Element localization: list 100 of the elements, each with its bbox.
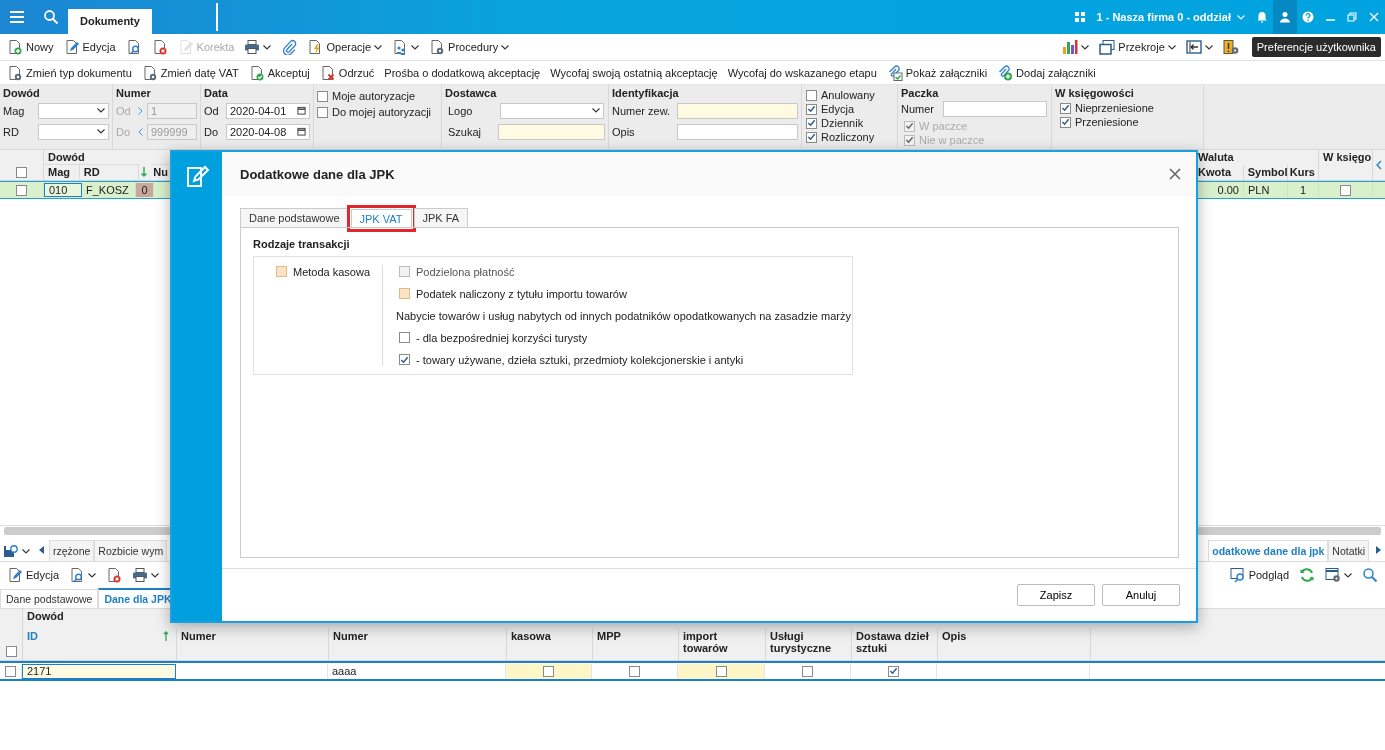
text-field[interactable] [943, 101, 1047, 117]
printer-icon [132, 567, 149, 583]
field-label: Logo [447, 104, 474, 117]
checkbox[interactable] [1060, 116, 1071, 128]
column-header[interactable]: import towarów [679, 629, 766, 660]
checkbox[interactable] [317, 90, 328, 102]
dropdown-field[interactable] [500, 102, 604, 119]
column-header[interactable]: Numer [329, 629, 507, 660]
bar-chart-icon [1062, 39, 1079, 55]
checkbox[interactable] [317, 106, 328, 118]
action-button[interactable]: Odrzuć [316, 62, 378, 83]
column-header[interactable]: kasowa [507, 629, 593, 660]
column-header[interactable]: Usługi turystyczne [766, 629, 852, 660]
preview-button[interactable]: Podgląd [1226, 565, 1292, 585]
cancel-button[interactable]: Anuluj [1102, 584, 1180, 606]
dropdown-field[interactable] [38, 102, 109, 119]
table-cell: 010 [44, 183, 82, 197]
caret-icon [1081, 44, 1090, 50]
column-header[interactable]: Kurs [1287, 165, 1318, 180]
tab[interactable]: Dane podstawowe [0, 589, 99, 608]
checkbox[interactable] [806, 103, 817, 115]
checkbox[interactable] [399, 354, 410, 365]
save-button[interactable]: Zapisz [1017, 584, 1095, 606]
chevron-right-icon [138, 106, 143, 115]
search-icon [1362, 567, 1378, 583]
text-field[interactable] [676, 123, 798, 140]
column-header[interactable]: Opis [938, 629, 1091, 660]
caret-icon [1344, 572, 1352, 578]
action-button[interactable]: Pokaż załączniki [883, 62, 991, 83]
edit-button[interactable]: Edycja [60, 37, 119, 57]
sections-button[interactable]: Przekroje [1096, 37, 1179, 57]
tab[interactable]: rzężone [49, 540, 95, 561]
checkbox[interactable] [276, 266, 287, 277]
column-header[interactable]: Numer [177, 629, 329, 660]
column-header[interactable]: W księgo [1319, 150, 1372, 165]
checkbox[interactable] [1060, 102, 1071, 114]
checkbox[interactable] [715, 665, 727, 677]
document-plus-icon [7, 39, 23, 55]
caret-icon [22, 548, 30, 554]
tab[interactable]: JPK FA [413, 208, 469, 227]
checkbox[interactable] [5, 665, 16, 677]
checkbox[interactable] [16, 167, 27, 178]
field-label: Opis [612, 125, 636, 138]
group-title: Dowód [3, 87, 41, 99]
tab[interactable]: odatkowe dane dla jpk [1208, 540, 1329, 561]
triangle-right-icon [1375, 546, 1381, 554]
checkbox[interactable] [802, 665, 813, 677]
tab[interactable]: Dane podstawowe [240, 208, 349, 227]
user-icon [1279, 11, 1291, 23]
view-settings-button[interactable] [1322, 565, 1355, 585]
document-gear-icon [141, 64, 158, 81]
caret-icon [374, 44, 383, 50]
checkbox[interactable] [806, 89, 817, 101]
caret-icon [97, 129, 105, 134]
paperclip-plus-icon [997, 64, 1014, 81]
dropdown-field[interactable] [38, 123, 109, 140]
procedures-button[interactable]: Procedury [426, 37, 513, 57]
action-button[interactable]: Zmień datę VAT [138, 62, 242, 83]
column-header[interactable]: RD [79, 164, 140, 179]
operations-button[interactable]: Operacje [304, 37, 386, 57]
close-icon [1368, 11, 1380, 23]
tab[interactable]: Rozbicie wym [94, 540, 168, 561]
checkbox[interactable] [629, 665, 640, 677]
column-header[interactable]: ID [23, 629, 177, 660]
checkbox-option[interactable]: - towary używane, dzieła sztuki, przedmioty kolekcjonerskie i antyki [399, 353, 851, 366]
checkbox[interactable] [399, 288, 410, 299]
action-button[interactable]: Prośba o dodatkową akceptację [381, 64, 544, 81]
checkbox[interactable] [5, 646, 17, 657]
action-button[interactable]: Akceptuj [245, 62, 313, 83]
user-button[interactable] [1273, 0, 1297, 34]
checkbox[interactable] [806, 117, 817, 129]
tab[interactable]: Notatki [1328, 540, 1369, 561]
checkbox[interactable] [1340, 184, 1351, 196]
checkbox[interactable] [806, 131, 817, 143]
action-button[interactable]: Dodaj załączniki [994, 62, 1099, 83]
date-field[interactable]: 2020-04-08 [226, 123, 310, 140]
column-header[interactable]: Mag [44, 164, 80, 179]
checkbox-option[interactable]: Podatek naliczony z tytułu importu towarów [399, 287, 851, 300]
restore-icon [1346, 11, 1358, 23]
new-button[interactable]: Nowy [4, 37, 57, 57]
checkbox[interactable] [543, 665, 554, 677]
action-button[interactable]: Wycofaj swoją ostatnią akceptację [547, 64, 721, 81]
column-header[interactable]: Symbol [1243, 165, 1288, 180]
checkbox[interactable] [16, 184, 27, 196]
documents-tab[interactable]: Dokumenty [68, 9, 152, 34]
date-field[interactable]: 2020-04-01 [226, 102, 310, 119]
search-field[interactable] [498, 123, 605, 140]
checkbox-option[interactable]: - dla bezpośredniej korzyści turysty [399, 331, 851, 344]
column-header[interactable]: Dostawa dzieł sztuki [852, 629, 938, 660]
text-field[interactable] [676, 102, 798, 119]
edit-button[interactable]: Edycja [4, 565, 63, 585]
checkbox[interactable] [399, 332, 410, 343]
caret-icon [263, 44, 272, 50]
column-header[interactable]: MPP [593, 629, 679, 660]
action-button[interactable]: Zmień typ dokumentu [4, 62, 135, 83]
checkbox[interactable] [888, 665, 899, 677]
checkbox-option[interactable]: Metoda kasowa [276, 265, 382, 278]
close-button[interactable] [1168, 167, 1182, 181]
field-label: Szukaj [447, 125, 483, 138]
action-button[interactable]: Wycofaj do wskazanego etapu [724, 64, 880, 81]
